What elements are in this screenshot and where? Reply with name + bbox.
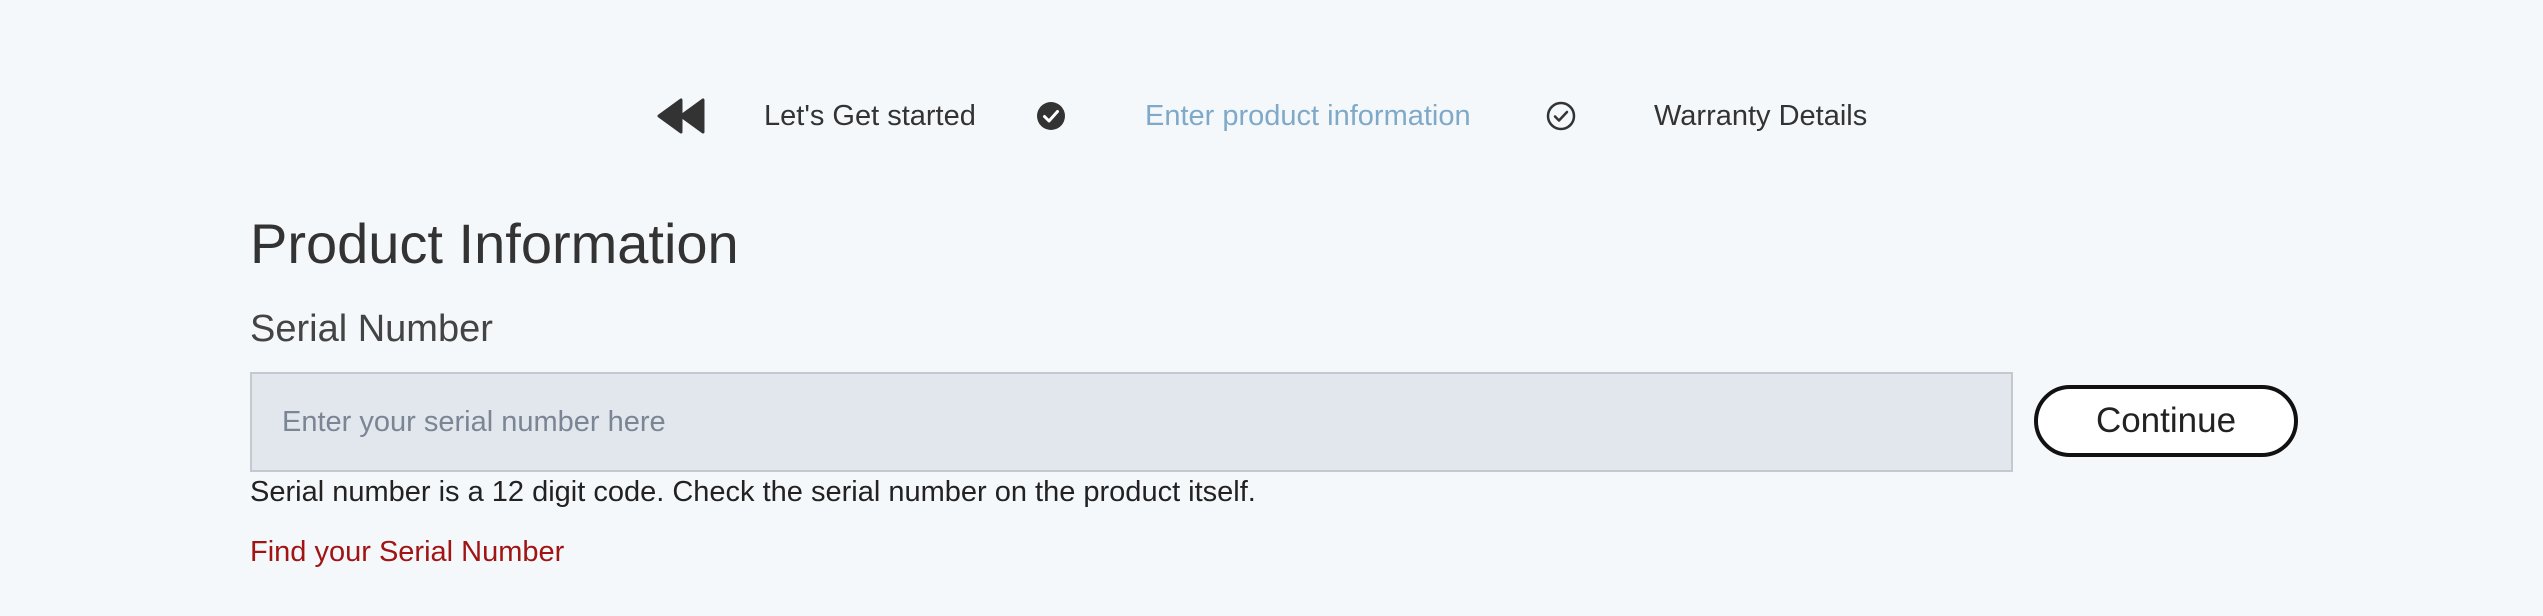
find-serial-number-link[interactable]: Find your Serial Number	[250, 534, 564, 570]
serial-number-label: Serial Number	[250, 308, 493, 350]
step-warranty-details[interactable]: Warranty Details	[1654, 98, 1867, 134]
step-lets-get-started[interactable]: Let's Get started	[764, 98, 976, 134]
check-circle-filled-icon	[1037, 102, 1065, 130]
continue-button[interactable]: Continue	[2034, 385, 2298, 457]
progress-steps: Let's Get started Enter product informat…	[0, 96, 2543, 136]
serial-number-helper-text: Serial number is a 12 digit code. Check …	[250, 476, 1256, 508]
page-title: Product Information	[250, 212, 739, 275]
serial-number-input[interactable]	[250, 372, 2013, 472]
double-chevron-left-icon[interactable]	[655, 96, 707, 136]
step-enter-product-information[interactable]: Enter product information	[1145, 98, 1471, 134]
check-circle-outline-icon	[1546, 101, 1576, 131]
